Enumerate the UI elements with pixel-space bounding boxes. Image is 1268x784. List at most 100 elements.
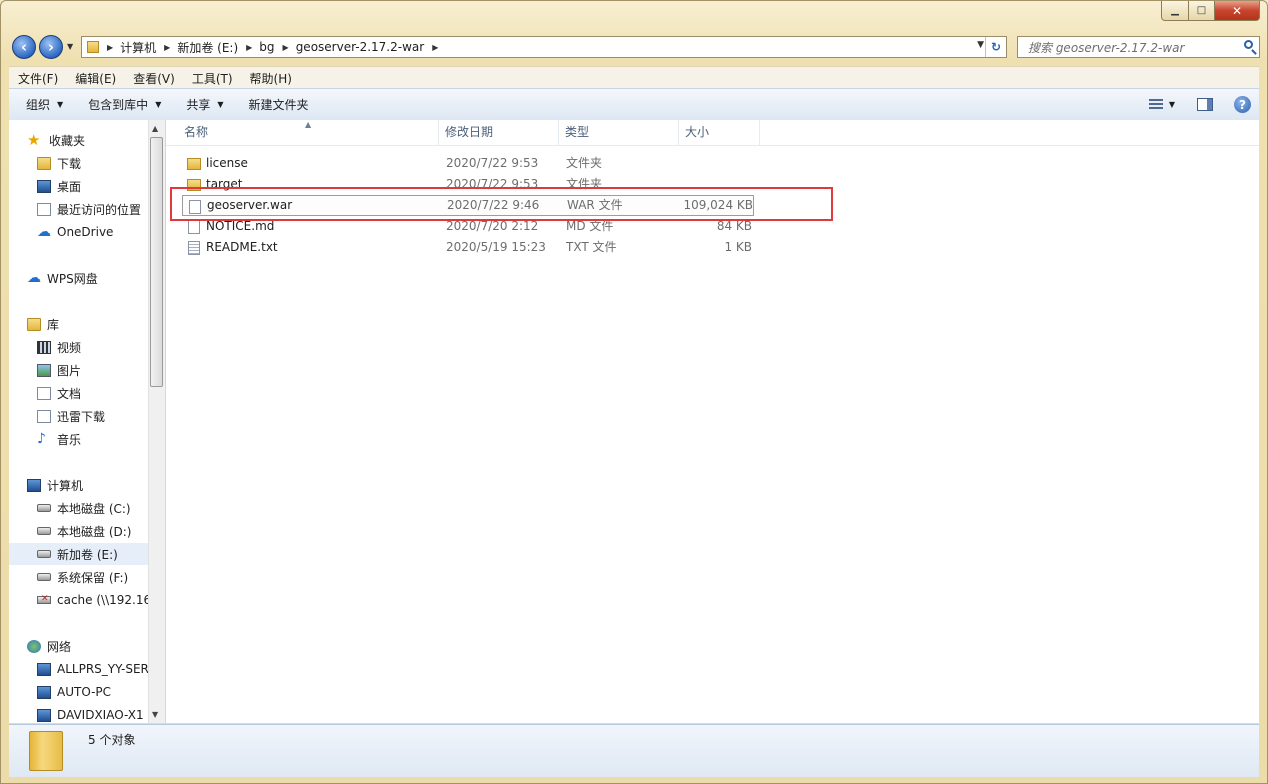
nav-label: 下载 bbox=[57, 156, 82, 171]
back-button[interactable]: ‹ bbox=[12, 35, 36, 59]
preview-pane-icon[interactable] bbox=[1197, 98, 1213, 111]
column-date[interactable]: 修改日期 bbox=[439, 120, 559, 145]
include-in-library-label: 包含到库中 bbox=[88, 98, 149, 112]
scrollbar-thumb[interactable] bbox=[150, 137, 163, 387]
nav-cache-share[interactable]: cache (\\192.16 bbox=[37, 589, 149, 611]
chevron-right-icon[interactable]: ▶ bbox=[246, 43, 252, 52]
menu-help[interactable]: 帮助(H) bbox=[241, 70, 300, 87]
organize-button[interactable]: 组织 ▼ bbox=[9, 96, 71, 113]
nav-label: cache (\\192.16 bbox=[57, 593, 149, 607]
command-bar: 组织 ▼ 包含到库中 ▼ 共享 ▼ 新建文件夹 ▼ ? bbox=[9, 88, 1259, 121]
nav-label: 新加卷 (E:) bbox=[57, 547, 118, 562]
download-folder-icon bbox=[37, 156, 51, 170]
file-row-license[interactable]: license 2020/7/22 9:53 文件夹 bbox=[182, 153, 754, 174]
video-icon bbox=[37, 340, 51, 354]
nav-host-davidxiao[interactable]: DAVIDXIAO-X1 bbox=[37, 704, 149, 723]
nav-libraries[interactable]: 库 bbox=[27, 313, 165, 335]
sort-ascending-icon: ▲ bbox=[305, 120, 312, 129]
nav-host-auto-pc[interactable]: AUTO-PC bbox=[37, 681, 149, 703]
search-icon[interactable] bbox=[1244, 40, 1253, 49]
menu-tools[interactable]: 工具(T) bbox=[183, 70, 241, 87]
nav-label: 视频 bbox=[57, 340, 82, 355]
breadcrumb-bg[interactable]: bg bbox=[259, 40, 274, 54]
nav-host-allprs[interactable]: ALLPRS_YY-SERV bbox=[37, 658, 149, 680]
share-button[interactable]: 共享 ▼ bbox=[169, 96, 231, 113]
nav-wps-cloud[interactable]: ☁ WPS网盘 bbox=[27, 267, 165, 289]
nav-label: 收藏夹 bbox=[49, 133, 86, 148]
network-icon bbox=[27, 639, 41, 653]
chevron-right-icon[interactable]: ▶ bbox=[283, 43, 289, 52]
view-dropdown-icon[interactable]: ▼ bbox=[1169, 100, 1175, 109]
share-label: 共享 bbox=[186, 98, 211, 112]
nav-computer[interactable]: 计算机 bbox=[27, 474, 165, 496]
nav-desktop[interactable]: 桌面 bbox=[37, 175, 165, 197]
nav-scrollbar[interactable]: ▲ ▼ bbox=[148, 120, 165, 723]
nav-downloads[interactable]: 下载 bbox=[37, 152, 165, 174]
maximize-button[interactable]: □ bbox=[1189, 1, 1215, 21]
chevron-right-icon[interactable]: ▶ bbox=[432, 43, 438, 52]
nav-label: 计算机 bbox=[47, 478, 84, 493]
file-name: license bbox=[206, 156, 248, 170]
nav-label: DAVIDXIAO-X1 bbox=[57, 708, 144, 722]
menu-edit[interactable]: 编辑(E) bbox=[66, 70, 124, 87]
computer-icon bbox=[37, 708, 51, 722]
nav-label: 图片 bbox=[57, 363, 82, 378]
search-box[interactable] bbox=[1017, 36, 1260, 58]
folder-icon bbox=[87, 41, 99, 53]
address-bar[interactable]: ▶ 计算机 ▶ 新加卷 (E:) ▶ bg ▶ geoserver-2.17.2… bbox=[81, 36, 1007, 58]
file-date: 2020/7/22 9:53 bbox=[446, 156, 539, 170]
highlight-box bbox=[170, 187, 833, 221]
window-controls: ▁ □ ✕ bbox=[1161, 1, 1260, 21]
document-icon bbox=[37, 386, 51, 400]
nav-label: 本地磁盘 (D:) bbox=[57, 524, 132, 539]
nav-network[interactable]: 网络 bbox=[27, 635, 165, 657]
nav-recent-places[interactable]: 最近访问的位置 bbox=[37, 198, 165, 220]
address-dropdown-icon[interactable]: ▼ bbox=[977, 40, 984, 50]
navigation-row: ‹ › ▼ ▶ 计算机 ▶ 新加卷 (E:) ▶ bg ▶ geoserver-… bbox=[1, 33, 1267, 61]
navigation-pane: ★ 收藏夹 下载 桌面 最近访问的位置 ☁ OneDrive ☁ WPS网盘 库 视频… bbox=[9, 120, 166, 723]
scroll-down-icon[interactable]: ▼ bbox=[152, 710, 158, 719]
nav-label: 系统保留 (F:) bbox=[57, 570, 129, 585]
column-size[interactable]: 大小 bbox=[679, 120, 760, 145]
help-icon[interactable]: ? bbox=[1234, 96, 1251, 113]
nav-documents[interactable]: 文档 bbox=[37, 382, 165, 404]
close-button[interactable]: ✕ bbox=[1215, 1, 1260, 21]
menu-file[interactable]: 文件(F) bbox=[9, 70, 66, 87]
chevron-down-icon: ▼ bbox=[155, 100, 162, 109]
new-folder-button[interactable]: 新建文件夹 bbox=[232, 96, 317, 113]
breadcrumb-computer[interactable]: 计算机 bbox=[120, 39, 156, 56]
nav-drive-e[interactable]: 新加卷 (E:) bbox=[9, 543, 149, 565]
nav-label: 桌面 bbox=[57, 179, 82, 194]
refresh-icon[interactable]: ↻ bbox=[985, 37, 1006, 57]
minimize-button[interactable]: ▁ bbox=[1161, 1, 1189, 21]
nav-xunlei-downloads[interactable]: 迅雷下载 bbox=[37, 405, 165, 427]
column-type[interactable]: 类型 bbox=[559, 120, 679, 145]
details-pane: 5 个对象 bbox=[9, 724, 1259, 777]
chevron-right-icon[interactable]: ▶ bbox=[107, 43, 113, 52]
breadcrumb-geoserver[interactable]: geoserver-2.17.2-war bbox=[296, 40, 425, 54]
nav-drive-f[interactable]: 系统保留 (F:) bbox=[37, 566, 165, 588]
view-options-icon[interactable] bbox=[1148, 98, 1163, 111]
nav-drive-d[interactable]: 本地磁盘 (D:) bbox=[37, 520, 165, 542]
scroll-up-icon[interactable]: ▲ bbox=[152, 124, 158, 133]
picture-icon bbox=[37, 363, 51, 377]
menu-view[interactable]: 查看(V) bbox=[124, 70, 183, 87]
nav-label: 音乐 bbox=[57, 432, 82, 447]
chevron-right-icon[interactable]: ▶ bbox=[164, 43, 170, 52]
search-input[interactable] bbox=[1026, 38, 1230, 58]
nav-label: 最近访问的位置 bbox=[57, 202, 142, 217]
nav-label: 本地磁盘 (C:) bbox=[57, 501, 131, 516]
nav-videos[interactable]: 视频 bbox=[37, 336, 165, 358]
system-drive-icon bbox=[37, 504, 51, 512]
nav-pictures[interactable]: 图片 bbox=[37, 359, 165, 381]
nav-onedrive[interactable]: ☁ OneDrive bbox=[37, 221, 165, 243]
nav-music[interactable]: ♪ 音乐 bbox=[37, 428, 165, 450]
nav-drive-c[interactable]: 本地磁盘 (C:) bbox=[37, 497, 165, 519]
file-row-readme[interactable]: README.txt 2020/5/19 15:23 TXT 文件 1 KB bbox=[182, 237, 754, 258]
nav-favorites[interactable]: ★ 收藏夹 bbox=[27, 129, 165, 151]
recent-pages-dropdown[interactable]: ▼ bbox=[67, 42, 73, 51]
include-in-library-button[interactable]: 包含到库中 ▼ bbox=[71, 96, 169, 113]
forward-button[interactable]: › bbox=[39, 35, 63, 59]
breadcrumb-drive-e[interactable]: 新加卷 (E:) bbox=[177, 39, 238, 56]
recent-places-icon bbox=[37, 202, 51, 216]
